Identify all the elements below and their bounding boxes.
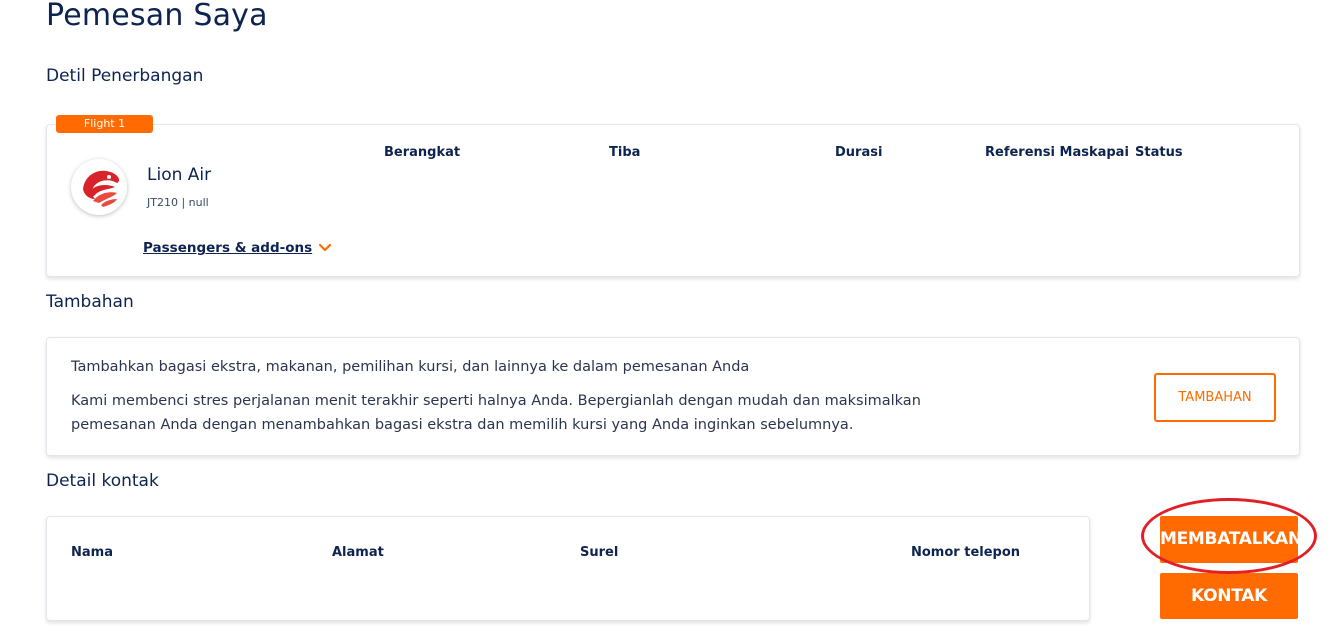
flight-badge: Flight 1 — [56, 115, 153, 133]
lion-air-logo-icon — [71, 159, 127, 215]
flight-card: Lion Air JT210 | null Berangkat Tiba Dur… — [46, 124, 1300, 277]
column-airline-reference: Referensi Maskapai — [985, 145, 1129, 160]
flight-code: JT210 | null — [147, 196, 209, 209]
airline-name: Lion Air — [147, 165, 212, 185]
contact-column-phone: Nomor telepon — [911, 545, 1021, 560]
addons-button[interactable]: TAMBAHAN — [1154, 373, 1276, 422]
column-departure: Berangkat — [384, 145, 461, 160]
chevron-down-icon — [319, 243, 332, 252]
addons-title: Tambahan — [46, 292, 134, 312]
contact-title: Detail kontak — [46, 471, 159, 491]
contact-button[interactable]: KONTAK — [1160, 573, 1298, 619]
addons-description-3: pemesanan Anda dengan menambahkan bagasi… — [71, 417, 854, 433]
addons-description-1: Tambahkan bagasi ekstra, makanan, pemili… — [71, 359, 750, 375]
page-title: Pemesan Saya — [46, 0, 268, 33]
addons-card: Tambahkan bagasi ekstra, makanan, pemili… — [46, 337, 1300, 456]
addons-description-2: Kami membenci stres perjalanan menit ter… — [71, 393, 921, 409]
column-duration: Durasi — [835, 145, 883, 160]
contact-column-address: Alamat — [332, 545, 384, 560]
cancel-button[interactable]: MEMBATALKAN — [1160, 516, 1302, 563]
flight-details-title: Detil Penerbangan — [46, 66, 204, 86]
passengers-addons-link[interactable]: Passengers & add-ons — [143, 240, 332, 256]
passengers-addons-label: Passengers & add-ons — [143, 240, 313, 256]
contact-column-name: Nama — [71, 545, 113, 560]
contact-column-email: Surel — [580, 545, 619, 560]
contact-card: Nama Alamat Surel Nomor telepon — [46, 516, 1090, 621]
column-status: Status — [1135, 145, 1183, 160]
column-arrival: Tiba — [609, 145, 641, 160]
